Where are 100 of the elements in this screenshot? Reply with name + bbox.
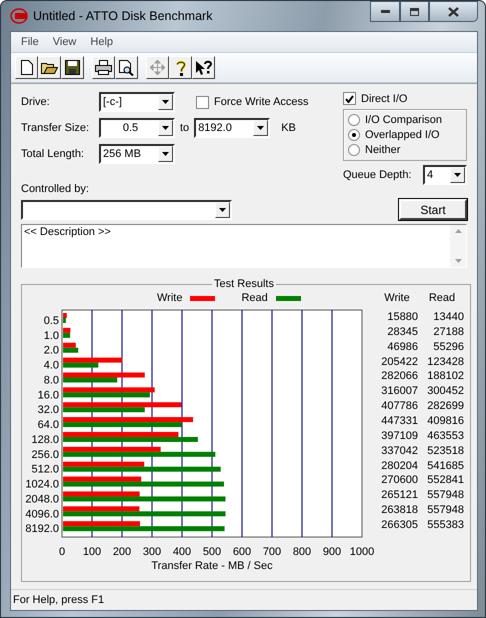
toolbar-button[interactable] (92, 56, 115, 79)
radio-button[interactable] (348, 144, 360, 156)
maximize-button[interactable] (400, 1, 429, 22)
write-value: 397109 (380, 428, 418, 444)
legend-label: Read (241, 292, 268, 304)
write-value: 270600 (380, 473, 418, 488)
axis-tick-label: 500 (202, 546, 222, 558)
group-title: Test Results (213, 278, 275, 290)
read-value: 282699 (426, 399, 464, 414)
start-button[interactable]: Start (399, 199, 467, 220)
scroll-down-icon (454, 259, 462, 263)
read-value: 300452 (426, 384, 464, 400)
radio-button[interactable] (348, 129, 360, 141)
pointer-question-icon (195, 60, 212, 76)
axis-tick-label: 400 (172, 546, 192, 558)
axis-tick-label: 1000 (350, 546, 374, 558)
write-value: 205422 (380, 354, 418, 370)
size-label: 1.0 (44, 330, 59, 342)
transfer-size-from-dropdown[interactable]: 0.5 (99, 118, 175, 138)
read-value: 188102 (426, 369, 464, 384)
transfer-size-label: Transfer Size: (21, 122, 90, 134)
size-label: 4096.0 (25, 508, 59, 520)
toolbar-button[interactable] (61, 56, 84, 79)
menu-item[interactable]: Help (84, 36, 120, 48)
check-icon (345, 94, 354, 102)
caret-icon (162, 152, 169, 156)
radio-button[interactable] (348, 114, 360, 126)
blank-page-icon (20, 60, 32, 75)
write-bar (63, 313, 67, 318)
force-write-checkbox[interactable] (196, 96, 209, 108)
toolbar-button[interactable] (38, 56, 61, 79)
queue-depth-dropdown[interactable]: 4 (423, 165, 467, 185)
size-label: 256.0 (31, 448, 59, 461)
column-header: Read (428, 291, 456, 306)
four-arrows-icon (150, 60, 165, 75)
write-value: 280204 (380, 458, 418, 474)
description-field[interactable]: << Description >> (21, 224, 467, 268)
app-icon (10, 8, 28, 24)
size-label: 8192.0 (25, 523, 59, 536)
read-value: 123428 (426, 354, 464, 370)
axis-tick-label: 0 (58, 546, 66, 558)
caret-icon (257, 126, 264, 130)
read-value: 555383 (426, 518, 464, 533)
size-label: 2.0 (44, 344, 59, 357)
size-label: 512.0 (31, 464, 59, 476)
legend-label: Write (157, 292, 182, 304)
folder-icon (41, 61, 58, 74)
caret-icon (162, 100, 169, 104)
write-value: 46986 (386, 340, 418, 355)
caret-icon (219, 208, 226, 212)
toolbar-button[interactable] (169, 56, 192, 79)
read-bar (63, 318, 66, 323)
window-title: Untitled - ATTO Disk Benchmark (33, 9, 214, 23)
size-label: 0.5 (44, 315, 59, 327)
read-value: 557948 (426, 503, 464, 518)
total-length-dropdown[interactable]: 256 MB (99, 144, 175, 164)
close-button[interactable] (429, 1, 478, 22)
size-label: 8.0 (44, 374, 59, 386)
write-value: 282066 (380, 369, 418, 384)
minimize-button[interactable] (370, 1, 400, 22)
transfer-size-to-dropdown[interactable]: 8192.0 (194, 118, 270, 138)
toolbar-button[interactable] (115, 56, 138, 79)
menu-item[interactable]: File (15, 36, 45, 48)
size-label: 32.0 (38, 404, 59, 416)
size-label: 64.0 (38, 419, 59, 432)
read-bar (63, 348, 78, 353)
drive-dropdown[interactable]: [-c-] (99, 92, 175, 112)
controlled-by-dropdown[interactable] (21, 200, 232, 220)
write-value: 28345 (386, 324, 418, 340)
toolbar-button[interactable] (15, 56, 38, 79)
size-label: 128.0 (31, 434, 59, 446)
axis-tick-label: 800 (292, 546, 312, 558)
status-bar: For Help, press F1 (11, 589, 477, 610)
read-value: 409816 (426, 414, 464, 429)
direct-io-checkbox[interactable] (343, 92, 356, 105)
minimize-icon (380, 10, 390, 13)
printer-icon (95, 60, 112, 75)
read-bar (63, 332, 70, 338)
axis-tick-label: 100 (82, 546, 102, 558)
read-value: 557948 (426, 488, 464, 504)
toolbar-button[interactable] (192, 56, 215, 79)
size-label: 4.0 (44, 360, 59, 372)
write-value: 316007 (380, 384, 418, 400)
menu-item[interactable]: View (46, 36, 82, 48)
write-value: 337042 (380, 444, 418, 459)
read-value: 552841 (426, 473, 464, 488)
axis-title: Transfer Rate - MB / Sec (151, 560, 273, 572)
read-value: 27188 (432, 324, 464, 340)
axis-tick-label: 600 (232, 546, 252, 558)
read-bar (63, 362, 98, 368)
drive-label: Drive: (21, 96, 51, 108)
axis-tick-label: 700 (262, 546, 282, 558)
write-value: 407786 (380, 399, 418, 414)
close-icon (448, 6, 459, 16)
write-value: 15880 (386, 310, 418, 325)
write-bar (63, 328, 70, 333)
write-value: 266305 (380, 518, 418, 533)
controlled-by-label: Controlled by: (21, 183, 90, 195)
size-label: 16.0 (38, 389, 59, 402)
caret-icon (454, 173, 461, 177)
